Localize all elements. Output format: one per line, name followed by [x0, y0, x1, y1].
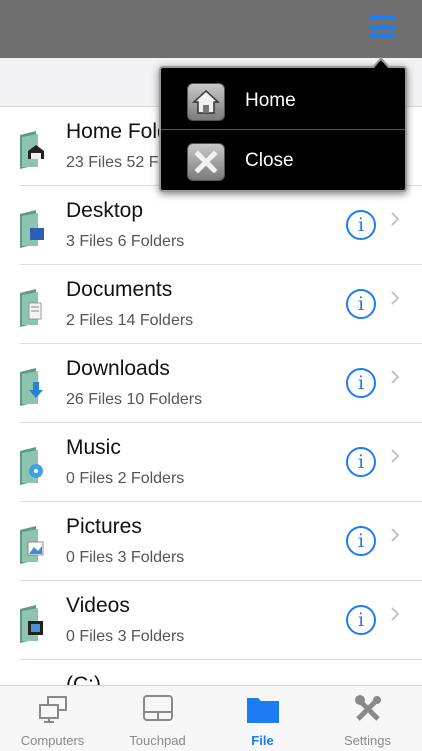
tools-icon [355, 695, 381, 721]
nav-bar [0, 0, 422, 58]
chevron-right-icon [391, 370, 400, 384]
tab-touchpad[interactable]: Touchpad [105, 686, 210, 751]
item-count: 0 Files 3 Folders [66, 628, 185, 645]
downloads-folder-icon [20, 368, 43, 406]
tab-bar: Computers Touchpad File Settings [0, 685, 422, 751]
tab-settings[interactable]: Settings [315, 686, 420, 751]
house-icon [187, 83, 225, 121]
item-count: 26 Files 10 Folders [66, 391, 203, 408]
tab-label: File [251, 733, 274, 748]
info-icon[interactable]: i [346, 289, 376, 319]
popover-label: Home [245, 90, 296, 111]
item-name: Videos [66, 594, 130, 617]
item-name: Downloads [66, 357, 170, 380]
tab-label: Settings [344, 733, 391, 748]
popover-item-close[interactable]: Close [161, 130, 405, 190]
home-folder-icon [20, 131, 44, 169]
item-name: Desktop [66, 199, 144, 222]
info-icon[interactable]: i [346, 526, 376, 556]
info-icon[interactable]: i [346, 210, 376, 240]
documents-folder-icon [20, 289, 42, 327]
chevron-right-icon [391, 449, 400, 463]
list-item[interactable]: Pictures 0 Files 3 Folders i [0, 502, 422, 581]
list-item[interactable]: (C:) [0, 660, 422, 685]
desktop-folder-icon [20, 210, 44, 248]
list-item[interactable]: Music 0 Files 2 Folders i [0, 423, 422, 502]
info-icon[interactable]: i [346, 368, 376, 398]
popover-item-home[interactable]: Home [161, 70, 405, 130]
item-name: Music [66, 436, 121, 459]
tab-file[interactable]: File [210, 686, 315, 751]
touchpad-icon [143, 695, 173, 721]
item-name: Documents [66, 278, 173, 301]
item-count: 0 Files 3 Folders [66, 549, 185, 566]
list-item[interactable]: Downloads 26 Files 10 Folders i [0, 344, 422, 423]
menu-icon[interactable] [369, 16, 395, 42]
info-icon[interactable]: i [346, 447, 376, 477]
chevron-right-icon [391, 212, 400, 226]
tab-label: Computers [20, 733, 85, 748]
item-count: 0 Files 2 Folders [66, 470, 185, 487]
music-folder-icon [20, 447, 43, 485]
list-item[interactable]: Desktop 3 Files 6 Folders i [0, 186, 422, 265]
list-item[interactable]: Documents 2 Files 14 Folders i [0, 265, 422, 344]
chevron-right-icon [391, 291, 400, 305]
menu-popover: Home Close [159, 57, 407, 192]
computers-icon [39, 696, 67, 723]
tab-label: Touchpad [129, 733, 186, 748]
tab-computers[interactable]: Computers [0, 686, 105, 751]
info-icon[interactable]: i [346, 605, 376, 635]
chevron-right-icon [391, 607, 400, 621]
chevron-right-icon [391, 528, 400, 542]
item-name: Pictures [66, 515, 142, 538]
pictures-folder-icon [20, 526, 44, 564]
x-icon [187, 143, 225, 181]
list-item[interactable]: Videos 0 Files 3 Folders i [0, 581, 422, 660]
item-count: 3 Files 6 Folders [66, 233, 185, 250]
videos-folder-icon [20, 605, 43, 643]
item-name: (C:) [66, 673, 101, 685]
folder-icon [247, 698, 279, 723]
popover-label: Close [245, 150, 294, 171]
item-count: 2 Files 14 Folders [66, 312, 194, 329]
folder-list: Home Folder 23 Files 52 Folders i Deskto… [0, 107, 422, 685]
